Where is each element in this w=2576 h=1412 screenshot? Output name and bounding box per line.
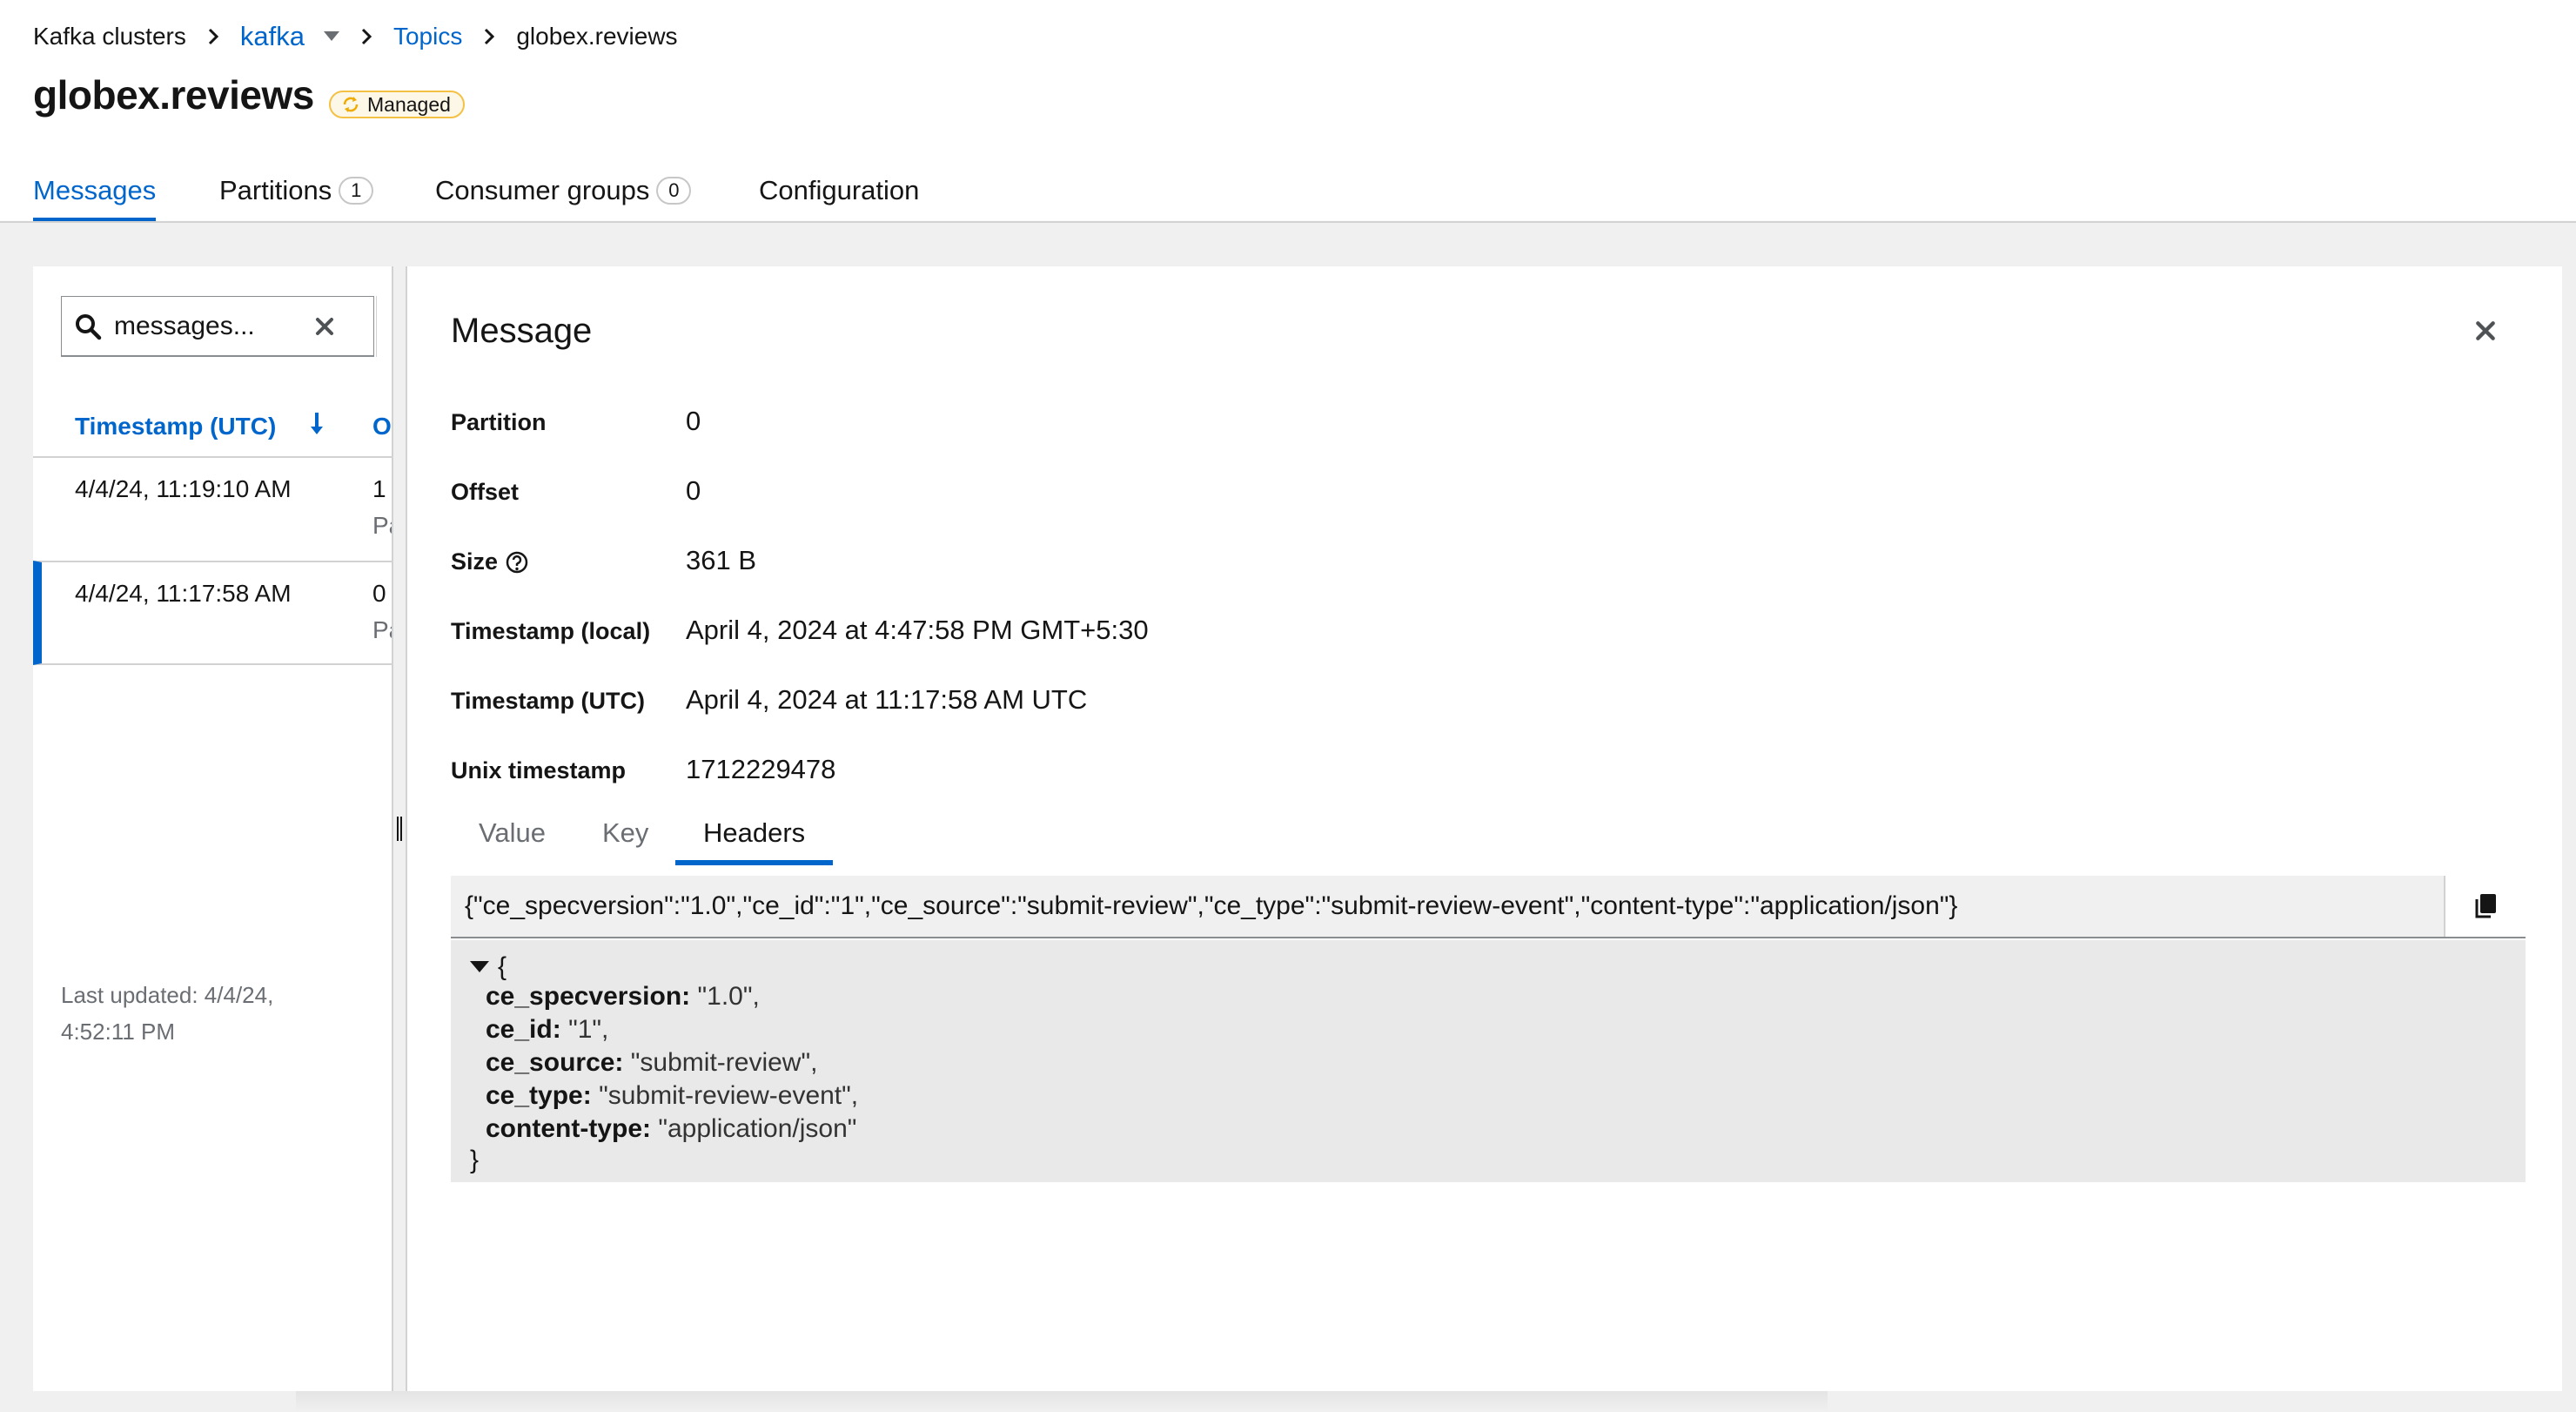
json-value: "1.0", xyxy=(697,982,760,1011)
json-close-brace: } xyxy=(470,1146,480,1174)
table-row-selected[interactable]: 4/4/24, 11:17:58 AM 0 Pa xyxy=(33,561,392,665)
json-entry: ce_specversion: "1.0", xyxy=(486,982,760,1012)
json-value: "submit-review-event", xyxy=(599,1081,859,1110)
copy-icon xyxy=(2475,894,2496,918)
timestamp-column-header[interactable]: Timestamp (UTC) xyxy=(75,407,276,446)
times-icon xyxy=(316,318,333,335)
size-value: 361 B xyxy=(686,545,757,575)
timestamp-utc-value: April 4, 2024 at 11:17:58 AM UTC xyxy=(686,684,1088,715)
last-updated-label: Last updated: 4/4/24, xyxy=(61,982,274,1008)
managed-badge-label: Managed xyxy=(367,92,451,116)
row-partition: Pa xyxy=(372,616,392,643)
row-offset: 1 xyxy=(372,475,386,502)
raw-headers-text: {"ce_specversion":"1.0","ce_id":"1","ce_… xyxy=(465,891,1958,920)
offset-column-header[interactable]: O xyxy=(372,407,392,446)
row-timestamp: 4/4/24, 11:17:58 AM xyxy=(75,580,292,607)
breadcrumb: Kafka clusters kafka Topics globex.revie… xyxy=(33,19,678,54)
json-key: ce_id: xyxy=(486,1015,561,1044)
splitter-line xyxy=(392,266,393,1391)
chevron-right-icon xyxy=(361,28,372,45)
tab-label: Partitions xyxy=(219,175,332,205)
json-tree-view: { ce_specversion: "1.0", ce_id: "1", ce_… xyxy=(451,940,2526,1182)
page-title: globex.reviews xyxy=(33,72,314,118)
json-value: "1", xyxy=(568,1015,609,1044)
scroll-shadow xyxy=(296,1391,1828,1412)
help-icon[interactable] xyxy=(505,550,529,575)
json-entry: ce_id: "1", xyxy=(486,1015,608,1045)
json-open-text: { xyxy=(498,952,507,981)
json-key: ce_specversion: xyxy=(486,982,691,1011)
last-updated-time: 4:52:11 PM xyxy=(61,1019,176,1045)
grip-icon[interactable] xyxy=(395,817,404,841)
raw-headers-bar: {"ce_specversion":"1.0","ce_id":"1","ce_… xyxy=(451,876,2526,938)
json-key: content-type: xyxy=(486,1114,651,1143)
tab-value[interactable]: Value xyxy=(479,803,546,864)
clear-search-button[interactable] xyxy=(311,313,339,340)
partitions-count-badge: 1 xyxy=(339,177,374,205)
timestamp-local-value: April 4, 2024 at 4:47:58 PM GMT+5:30 xyxy=(686,615,1149,645)
close-icon xyxy=(2476,321,2495,340)
json-value: "submit-review", xyxy=(630,1048,818,1077)
topic-tabs: Messages Partitions 1 Consumer groups 0 … xyxy=(0,158,2576,223)
tab-consumer-groups[interactable]: Consumer groups 0 xyxy=(435,158,692,223)
json-entry: content-type: "application/json" xyxy=(486,1114,856,1144)
caret-down-icon[interactable] xyxy=(323,31,339,42)
timestamp-utc-term: Timestamp (UTC) xyxy=(451,688,646,714)
last-updated-text: Last updated: 4/4/24, 4:52:11 PM xyxy=(61,977,339,1050)
messages-list-panel: messages... Timestamp (UTC) O 4/4/24, 11… xyxy=(33,266,392,1391)
tab-label: Messages xyxy=(33,175,157,205)
chevron-right-icon xyxy=(208,28,218,45)
tab-partitions[interactable]: Partitions 1 xyxy=(219,158,374,223)
json-open-brace[interactable]: { xyxy=(470,952,506,982)
search-value: messages... xyxy=(114,311,255,340)
timestamp-local-term: Timestamp (local) xyxy=(451,618,651,644)
tab-headers[interactable]: Headers xyxy=(674,803,834,865)
tab-configuration[interactable]: Configuration xyxy=(759,158,919,223)
breadcrumb-kafka-clusters[interactable]: Kafka clusters xyxy=(33,23,186,50)
unix-timestamp-value: 1712229478 xyxy=(686,754,836,784)
offset-value: 0 xyxy=(686,475,701,506)
json-value: "application/json" xyxy=(658,1114,857,1143)
consumer-groups-count-badge: 0 xyxy=(656,177,692,205)
close-detail-button[interactable] xyxy=(2470,315,2501,346)
tab-label: Consumer groups xyxy=(435,175,650,205)
unix-timestamp-term: Unix timestamp xyxy=(451,757,627,783)
partition-term: Partition xyxy=(451,409,547,435)
table-row[interactable]: 4/4/24, 11:19:10 AM 1 Pa xyxy=(33,456,392,561)
tab-messages[interactable]: Messages xyxy=(33,158,157,223)
sync-icon xyxy=(343,97,359,112)
managed-badge: Managed xyxy=(329,91,465,118)
size-term-label: Size xyxy=(451,548,499,575)
chevron-right-icon xyxy=(485,28,495,45)
breadcrumb-cluster-link[interactable]: kafka xyxy=(240,21,305,52)
message-content-tabs: Value Key Headers xyxy=(451,803,2526,865)
message-detail-panel: Message Partition 0 Offset 0 Size 361 B … xyxy=(407,266,2562,1391)
detail-title: Message xyxy=(451,312,593,350)
row-partition: Pa xyxy=(372,512,392,539)
offset-term: Offset xyxy=(451,479,520,505)
message-search-input[interactable]: messages... xyxy=(61,296,374,357)
row-offset: 0 xyxy=(372,580,386,607)
json-entry: ce_source: "submit-review", xyxy=(486,1048,817,1078)
size-term: Size xyxy=(451,548,529,575)
search-icon xyxy=(76,313,102,340)
breadcrumb-topics-link[interactable]: Topics xyxy=(393,23,462,50)
tab-key[interactable]: Key xyxy=(602,803,648,864)
breadcrumb-current: globex.reviews xyxy=(516,23,678,50)
caret-down-small-icon xyxy=(470,961,489,972)
json-key: ce_type: xyxy=(486,1081,592,1110)
tab-label: Configuration xyxy=(759,175,920,205)
copy-button[interactable] xyxy=(2444,876,2526,937)
partition-value: 0 xyxy=(686,406,701,436)
json-key: ce_source: xyxy=(486,1048,624,1077)
json-entry: ce_type: "submit-review-event", xyxy=(486,1081,858,1111)
row-timestamp: 4/4/24, 11:19:10 AM xyxy=(75,475,292,502)
filter-button[interactable] xyxy=(376,296,392,357)
arrow-down-icon[interactable] xyxy=(308,411,325,437)
